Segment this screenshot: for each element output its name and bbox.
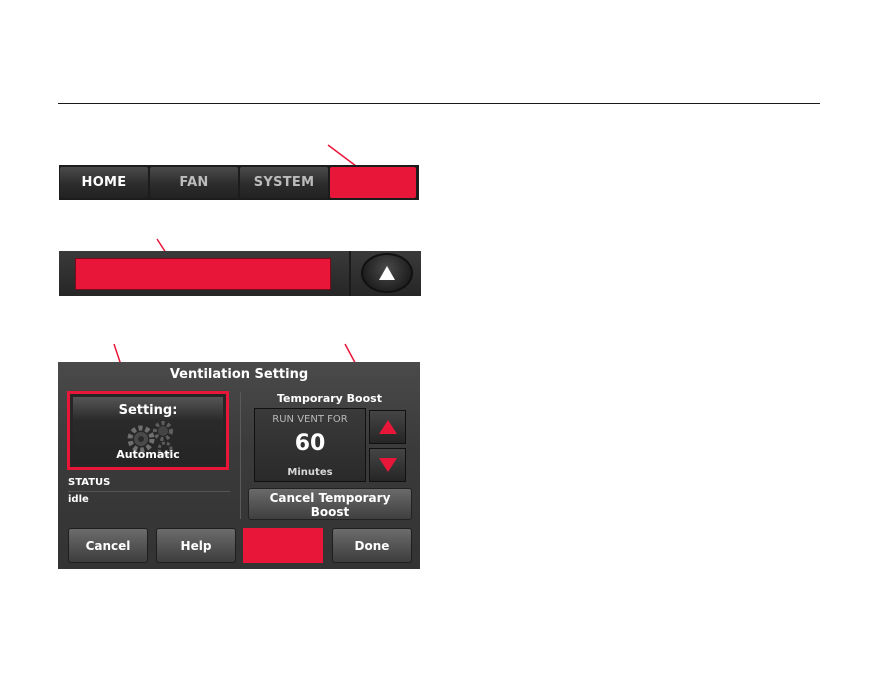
ventilation-panel: Ventilation Setting Setting: Automatic S — [58, 362, 420, 569]
message-bar — [59, 251, 421, 296]
boost-down-button[interactable] — [369, 448, 406, 482]
help-button[interactable]: Help — [156, 528, 236, 563]
cancel-temporary-boost-button[interactable]: Cancel Temporary Boost — [248, 488, 412, 520]
panel-title: Ventilation Setting — [169, 367, 309, 382]
up-arrow-icon — [378, 420, 397, 434]
tab-highlighted[interactable] — [330, 167, 416, 198]
boost-unit: Minutes — [287, 467, 333, 478]
setting-button[interactable]: Setting: Automatic — [67, 391, 229, 470]
callout-line-tab — [327, 144, 357, 167]
scroll-up-button[interactable] — [361, 253, 413, 293]
tab-system[interactable]: SYSTEM — [240, 167, 328, 198]
cancel-button[interactable]: Cancel — [68, 528, 148, 563]
section-divider — [58, 103, 820, 104]
status-value: idle — [68, 494, 89, 505]
highlighted-button[interactable] — [243, 528, 323, 563]
status-divider — [68, 491, 230, 492]
tab-home[interactable]: HOME — [60, 167, 148, 198]
panel-vertical-separator — [240, 392, 241, 519]
down-arrow-icon — [378, 458, 397, 472]
status-label: STATUS — [68, 477, 111, 488]
setting-button-face: Setting: Automatic — [73, 397, 223, 464]
message-field-highlighted[interactable] — [75, 258, 331, 290]
tab-bar: HOME FAN SYSTEM — [59, 165, 419, 200]
boost-display: RUN VENT FOR 60 Minutes — [254, 408, 366, 482]
tab-fan[interactable]: FAN — [150, 167, 238, 198]
boost-title: Temporary Boost — [277, 392, 382, 405]
boost-up-button[interactable] — [369, 410, 406, 444]
setting-value: Automatic — [116, 448, 180, 461]
boost-value: 60 — [294, 431, 326, 456]
message-bar-divider — [349, 251, 351, 296]
done-button[interactable]: Done — [332, 528, 412, 563]
up-arrow-icon — [379, 266, 395, 280]
setting-label: Setting: — [118, 403, 178, 418]
boost-caption: RUN VENT FOR — [272, 414, 348, 425]
